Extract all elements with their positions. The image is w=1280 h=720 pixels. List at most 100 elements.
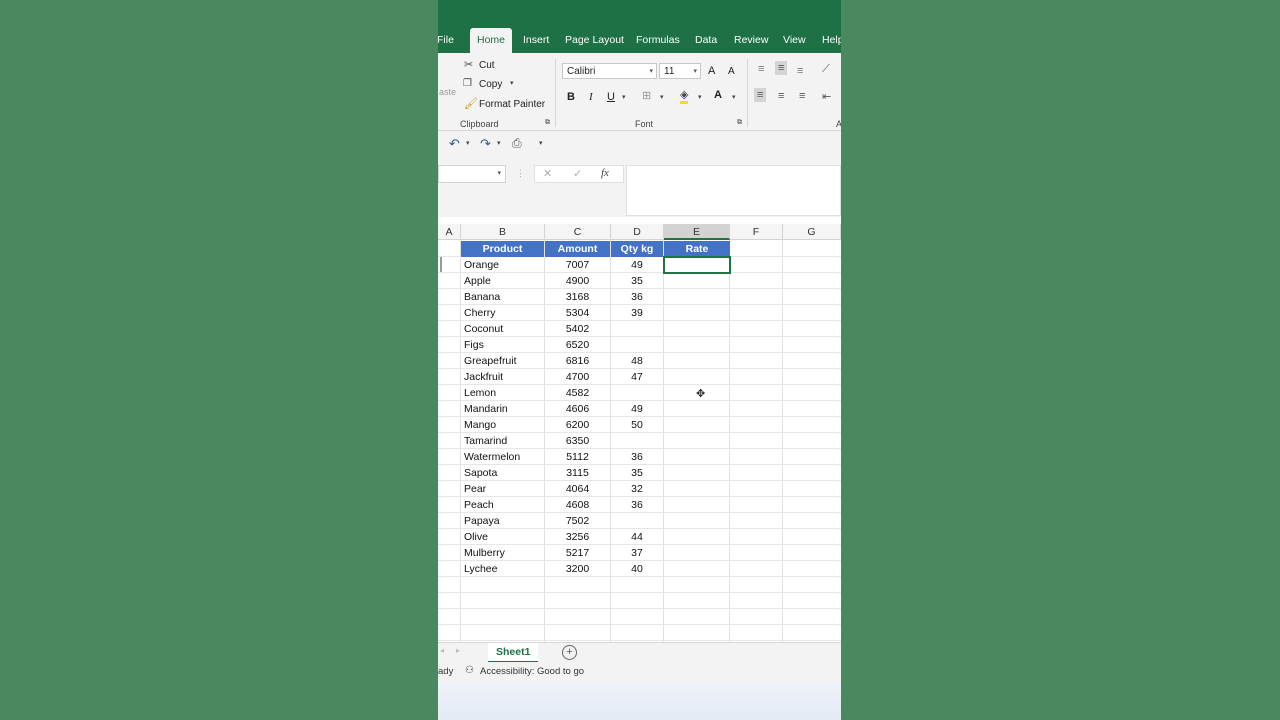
cell-amount[interactable]: 5112 [545, 449, 610, 465]
align-bottom-icon[interactable]: ≡ [797, 65, 803, 77]
cell-product[interactable]: Mango [461, 417, 544, 433]
column-header-d[interactable]: D [611, 224, 664, 240]
cell-amount[interactable]: 3168 [545, 289, 610, 305]
cell-amount[interactable]: 3256 [545, 529, 610, 545]
cell-amount[interactable]: 5402 [545, 321, 610, 337]
cell-product[interactable]: Papaya [461, 513, 544, 529]
tab-help[interactable]: Help [822, 34, 841, 46]
cell-amount[interactable]: 4606 [545, 401, 610, 417]
cell-qty[interactable]: 44 [611, 529, 663, 545]
cell-qty[interactable]: 40 [611, 561, 663, 577]
borders-icon[interactable]: ⊞ [642, 89, 651, 102]
cell-qty[interactable]: 49 [611, 401, 663, 417]
print-preview-icon[interactable]: ⎙ [512, 136, 522, 151]
header-amount[interactable]: Amount [545, 241, 610, 257]
font-color-button[interactable]: A [714, 89, 722, 101]
cell-amount[interactable]: 6520 [545, 337, 610, 353]
header-rate[interactable]: Rate [664, 241, 730, 257]
align-top-icon[interactable]: ≡ [758, 63, 764, 75]
cell-amount[interactable]: 6350 [545, 433, 610, 449]
column-header-a[interactable]: A [438, 224, 461, 240]
cell-product[interactable]: Watermelon [461, 449, 544, 465]
scroll-left-icon[interactable]: ◂ [440, 646, 444, 655]
header-product[interactable]: Product [461, 241, 544, 257]
cell-qty[interactable]: 36 [611, 449, 663, 465]
add-sheet-icon[interactable]: + [562, 645, 577, 660]
column-header-e[interactable]: E [664, 224, 730, 240]
scroll-right-icon[interactable]: ▸ [456, 646, 460, 655]
cell-amount[interactable]: 4064 [545, 481, 610, 497]
align-middle-icon[interactable]: ≡ [775, 61, 788, 75]
font-name-box[interactable]: Calibri ▾ [562, 63, 657, 79]
orientation-icon[interactable]: ⟋ [822, 63, 830, 76]
cell-qty[interactable] [611, 385, 663, 401]
chevron-down-icon[interactable]: ▾ [510, 79, 514, 87]
cell-amount[interactable]: 3115 [545, 465, 610, 481]
cell-amount[interactable]: 4700 [545, 369, 610, 385]
cell-product[interactable]: Banana [461, 289, 544, 305]
cell-product[interactable]: Mulberry [461, 545, 544, 561]
chevron-down-icon[interactable]: ▾ [732, 93, 736, 101]
cell-qty[interactable]: 37 [611, 545, 663, 561]
chevron-down-icon[interactable]: ▾ [698, 93, 702, 101]
dialog-launcher-icon[interactable]: ⧉ [737, 119, 742, 127]
dialog-launcher-icon[interactable]: ⧉ [545, 119, 550, 127]
cell-qty[interactable]: 50 [611, 417, 663, 433]
tab-formulas[interactable]: Formulas [636, 34, 680, 46]
tab-review[interactable]: Review [734, 34, 768, 46]
grow-font-button[interactable]: A [708, 65, 715, 77]
accessibility-status[interactable]: Accessibility: Good to go [480, 666, 584, 677]
cell-qty[interactable] [611, 321, 663, 337]
cell-product[interactable]: Apple [461, 273, 544, 289]
column-header-c[interactable]: C [545, 224, 611, 240]
cell-product[interactable]: Pear [461, 481, 544, 497]
cancel-icon[interactable]: ✕ [543, 167, 552, 180]
redo-icon[interactable]: ↷ [480, 136, 491, 152]
selected-cell-e2[interactable] [663, 256, 731, 274]
cell-amount[interactable]: 4900 [545, 273, 610, 289]
cell-qty[interactable]: 36 [611, 289, 663, 305]
font-size-box[interactable]: 11 ▾ [659, 63, 701, 79]
cell-amount[interactable]: 6816 [545, 353, 610, 369]
cell-product[interactable]: Lemon [461, 385, 544, 401]
worksheet-grid[interactable]: A B C D E F G Product Amount Qty kg Rate… [438, 224, 841, 644]
fill-color-icon[interactable]: ◈ [680, 89, 689, 104]
sheet-tab-sheet1[interactable]: Sheet1 [488, 643, 539, 663]
column-header-f[interactable]: F [730, 224, 783, 240]
copy-button[interactable]: Copy [479, 79, 502, 90]
chevron-down-icon[interactable]: ▾ [497, 139, 501, 147]
cell-product[interactable]: Olive [461, 529, 544, 545]
align-right-icon[interactable]: ≡ [799, 90, 805, 102]
tab-file[interactable]: File [438, 34, 454, 46]
cell-product[interactable]: Cherry [461, 305, 544, 321]
paste-button[interactable]: aste [439, 87, 456, 97]
undo-icon[interactable]: ↶ [449, 136, 460, 152]
cell-product[interactable]: Orange [461, 257, 544, 273]
cell-amount[interactable]: 4582 [545, 385, 610, 401]
cell-amount[interactable]: 7502 [545, 513, 610, 529]
cell-qty[interactable]: 36 [611, 497, 663, 513]
cell-product[interactable]: Coconut [461, 321, 544, 337]
shrink-font-button[interactable]: A [728, 66, 735, 77]
formula-input[interactable] [626, 165, 841, 216]
decrease-indent-icon[interactable]: ⇤ [822, 90, 831, 103]
cell-amount[interactable]: 5217 [545, 545, 610, 561]
tab-insert[interactable]: Insert [523, 34, 549, 46]
cell-product[interactable]: Lychee [461, 561, 544, 577]
cell-amount[interactable]: 7007 [545, 257, 610, 273]
insert-function-button[interactable]: fx [601, 167, 609, 179]
tab-home[interactable]: Home [470, 28, 513, 53]
italic-button[interactable]: I [589, 91, 593, 103]
align-left-icon[interactable]: ≡ [754, 88, 767, 102]
cell-amount[interactable]: 3200 [545, 561, 610, 577]
cell-product[interactable]: Jackfruit [461, 369, 544, 385]
cell-product[interactable]: Greapefruit [461, 353, 544, 369]
column-header-g[interactable]: G [783, 224, 841, 240]
format-painter-button[interactable]: Format Painter [479, 99, 545, 110]
cell-product[interactable]: Peach [461, 497, 544, 513]
cell-qty[interactable]: 47 [611, 369, 663, 385]
cell-product[interactable]: Mandarin [461, 401, 544, 417]
cell-amount[interactable]: 5304 [545, 305, 610, 321]
cell-product[interactable]: Tamarind [461, 433, 544, 449]
cell-qty[interactable]: 35 [611, 465, 663, 481]
